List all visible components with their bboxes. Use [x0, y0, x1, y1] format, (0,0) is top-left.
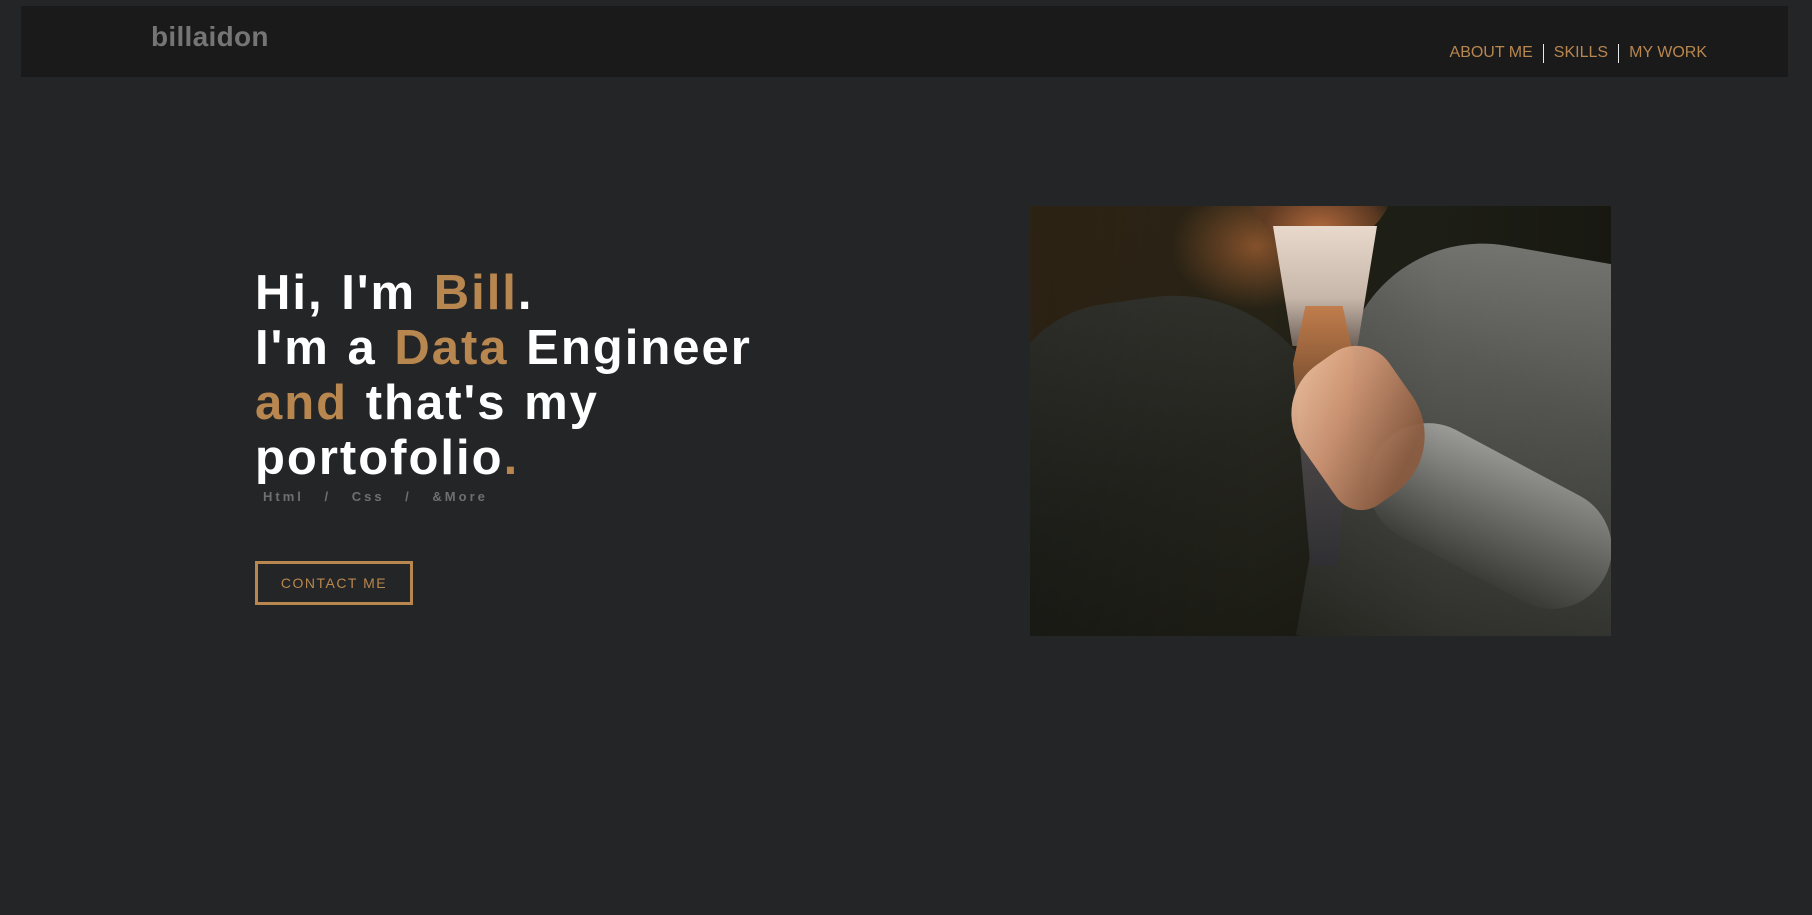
- hero-role-accent: Data: [394, 321, 509, 375]
- hero-text: that's my: [348, 376, 599, 430]
- hero-image: [1030, 206, 1611, 636]
- nav-link-my-work[interactable]: MY WORK: [1619, 43, 1717, 63]
- hero-text: Engineer: [508, 321, 752, 375]
- hero-period-accent: .: [503, 431, 520, 485]
- hero-and-accent: and: [255, 376, 349, 430]
- hero-line-2: I'm a Data Engineer: [255, 321, 752, 375]
- hero-text: Hi, I'm: [255, 266, 434, 320]
- hero-line-4: portofolio.: [255, 431, 519, 485]
- hero-text: portofolio: [255, 431, 504, 485]
- nav-item-skills: SKILLS: [1544, 43, 1620, 63]
- nav-item-about: ABOUT ME: [1440, 43, 1544, 63]
- nav-link-about-me[interactable]: ABOUT ME: [1440, 43, 1543, 63]
- hero-text: .: [517, 266, 534, 320]
- photo-shading: [1030, 206, 1611, 636]
- hero-text: I'm a: [255, 321, 395, 375]
- hero-section: Hi, I'm Bill. I'm a Data Engineer and th…: [255, 266, 815, 504]
- nav-link-skills[interactable]: SKILLS: [1544, 43, 1618, 63]
- tech-stack-subtitle: Html / Css / &More: [263, 489, 488, 504]
- hero-heading: Hi, I'm Bill. I'm a Data Engineer and th…: [255, 266, 815, 486]
- hero-name-accent: Bill: [433, 266, 518, 320]
- nav-menu: ABOUT ME SKILLS MY WORK: [1440, 43, 1717, 63]
- hero-line-3: and that's my: [255, 376, 599, 430]
- brand-logo[interactable]: billaidon: [151, 21, 269, 53]
- contact-me-button[interactable]: CONTACT ME: [255, 561, 413, 605]
- nav-item-work: MY WORK: [1619, 43, 1717, 63]
- hero-line-1: Hi, I'm Bill.: [255, 266, 534, 320]
- navbar: billaidon ABOUT ME SKILLS MY WORK: [21, 6, 1788, 77]
